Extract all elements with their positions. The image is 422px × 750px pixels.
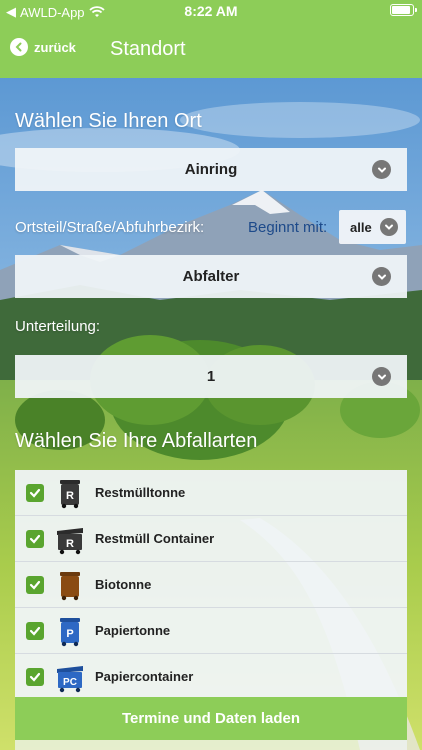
chevron-down-icon xyxy=(372,160,391,179)
bio-bin-icon xyxy=(60,572,80,601)
svg-text:PC: PC xyxy=(63,677,77,688)
waste-item-papiercontainer[interactable]: PC Papiercontainer xyxy=(15,654,407,697)
checkbox-checked-icon[interactable] xyxy=(26,529,44,548)
waste-item-label: Biotonne xyxy=(95,577,152,592)
restmuell-bin-icon: R xyxy=(60,480,80,509)
subdivision-value: 1 xyxy=(206,368,216,385)
chevron-down-icon xyxy=(380,218,398,236)
chevron-down-icon xyxy=(372,367,391,386)
checkbox-checked-icon[interactable] xyxy=(26,575,44,594)
chevron-down-icon xyxy=(372,267,391,286)
status-bar: ◀ AWLD-App 8:22 AM xyxy=(0,0,422,22)
district-select[interactable]: Abfalter xyxy=(15,255,407,298)
subdivision-select[interactable]: 1 xyxy=(15,355,407,398)
waste-item-label: Restmülltonne xyxy=(95,485,186,500)
waste-item-label: Papiertonne xyxy=(95,623,171,638)
load-data-button[interactable]: Termine und Daten laden xyxy=(15,697,407,740)
waste-item-label: Papiercontainer xyxy=(95,669,194,684)
waste-item-label: Restmüll Container xyxy=(95,531,215,546)
waste-item-restmuelltonne[interactable]: R Restmülltonne xyxy=(15,470,407,516)
location-heading: Wählen Sie Ihren Ort xyxy=(15,110,202,132)
battery-icon xyxy=(390,4,417,16)
waste-item-biotonne[interactable]: Biotonne xyxy=(15,562,407,608)
page-title: Standort xyxy=(110,38,186,60)
paper-bin-icon: P xyxy=(60,618,80,647)
svg-text:R: R xyxy=(66,490,74,502)
place-value: Ainring xyxy=(184,161,238,178)
svg-text:R: R xyxy=(66,538,74,550)
paper-container-icon: PC xyxy=(57,666,83,693)
place-select[interactable]: Ainring xyxy=(15,148,407,191)
begins-with-select[interactable]: alle xyxy=(339,210,406,244)
subdivision-label: Unterteilung: xyxy=(15,318,101,335)
waste-heading: Wählen Sie Ihre Abfallarten xyxy=(15,430,258,452)
waste-item-papiertonne[interactable]: P Papiertonne xyxy=(15,608,407,654)
nav-bar: zurück Standort xyxy=(0,22,422,78)
status-time: 8:22 AM xyxy=(184,3,238,19)
district-label: Ortsteil/Straße/Abfuhrbezirk: xyxy=(15,219,205,236)
checkbox-checked-icon[interactable] xyxy=(26,621,44,640)
back-button[interactable]: zurück xyxy=(10,38,76,56)
checkbox-checked-icon[interactable] xyxy=(26,667,44,686)
begins-with-label: Beginnt mit: xyxy=(248,219,328,236)
back-label: zurück xyxy=(34,39,76,55)
waste-type-list: R Restmülltonne R Restmüll Container Bio… xyxy=(15,470,407,697)
restmuell-container-icon: R xyxy=(57,528,83,555)
district-value: Abfalter xyxy=(182,268,240,285)
checkbox-checked-icon[interactable] xyxy=(26,483,44,502)
waste-item-restmuell-container[interactable]: R Restmüll Container xyxy=(15,516,407,562)
bottom-strip xyxy=(15,740,407,750)
svg-text:P: P xyxy=(66,628,73,640)
chevron-left-icon xyxy=(10,38,28,56)
begins-with-value: alle xyxy=(350,220,372,235)
